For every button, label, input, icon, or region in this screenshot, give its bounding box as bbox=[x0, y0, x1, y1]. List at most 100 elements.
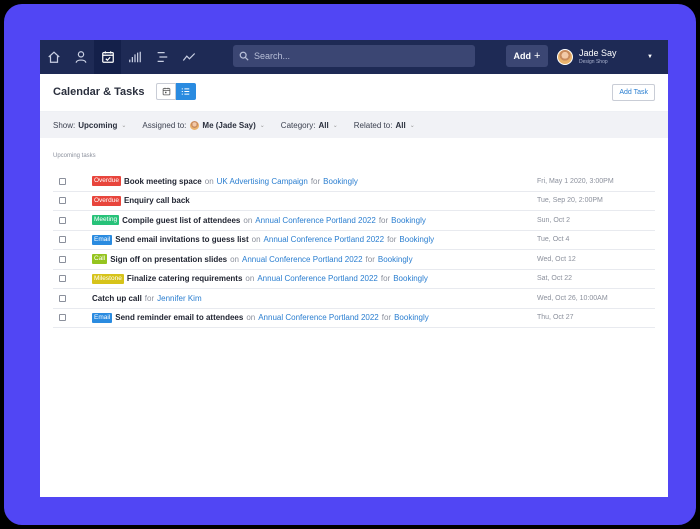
filter-assigned-label: Assigned to: bbox=[142, 120, 187, 130]
user-company: Design Shop bbox=[579, 59, 608, 65]
task-campaign-link[interactable]: Annual Conference Portland 2022 bbox=[258, 313, 379, 322]
view-toggle bbox=[156, 83, 196, 100]
task-date: Sun, Oct 2 bbox=[537, 216, 571, 224]
task-checkbox[interactable] bbox=[59, 197, 66, 205]
table-row[interactable]: Catch up call for Jennifer Kim Wed, Oct … bbox=[53, 289, 655, 309]
nav-pipeline[interactable] bbox=[148, 40, 175, 74]
task-badge: Overdue bbox=[92, 195, 121, 206]
task-client-link[interactable]: Bookingly bbox=[394, 313, 429, 322]
chevron-down-icon: ⌄ bbox=[332, 122, 338, 129]
task-checkbox[interactable] bbox=[59, 236, 66, 244]
search-input[interactable] bbox=[254, 51, 454, 61]
task-for: for bbox=[144, 293, 155, 303]
task-client-link[interactable]: Bookingly bbox=[393, 274, 428, 283]
nav-icons bbox=[40, 40, 202, 74]
avatar bbox=[190, 120, 200, 130]
task-title[interactable]: Sign off on presentation slides bbox=[110, 255, 227, 264]
task-date: Tue, Oct 4 bbox=[537, 236, 570, 244]
nav-home[interactable] bbox=[40, 40, 67, 74]
user-name: Jade Say bbox=[579, 48, 617, 58]
task-badge: Email bbox=[92, 312, 113, 323]
calendar-view-button[interactable] bbox=[156, 83, 176, 100]
filter-related-label: Related to: bbox=[353, 120, 393, 130]
task-checkbox[interactable] bbox=[59, 177, 66, 185]
task-title[interactable]: Send email invitations to guess list bbox=[115, 235, 248, 244]
task-campaign-link[interactable]: Annual Conference Portland 2022 bbox=[255, 216, 376, 225]
table-row[interactable]: Email Send reminder email to attendees o… bbox=[53, 309, 655, 328]
nav-reports[interactable] bbox=[121, 40, 148, 74]
task-checkbox[interactable] bbox=[59, 255, 66, 263]
task-list: Overdue Book meeting space on UK Adverti… bbox=[53, 172, 655, 328]
nav-calendar[interactable] bbox=[94, 40, 121, 74]
task-title[interactable]: Send reminder email to attendees bbox=[115, 313, 243, 322]
app-window: Add + Jade Say Design Shop ▼ Calendar & … bbox=[40, 40, 668, 497]
filter-show[interactable]: Show: Upcoming ⌄ bbox=[53, 121, 126, 130]
filter-category-value: All bbox=[318, 120, 329, 130]
filter-related[interactable]: Related to: All ⌄ bbox=[354, 121, 415, 130]
filter-category[interactable]: Category: All ⌄ bbox=[281, 121, 338, 130]
table-row[interactable]: Overdue Enquiry call back Tue, Sep 20, 2… bbox=[53, 192, 655, 211]
task-campaign-link[interactable]: Annual Conference Portland 2022 bbox=[257, 274, 378, 283]
task-badge: Milestone bbox=[92, 273, 124, 284]
task-on: on bbox=[204, 176, 214, 186]
chevron-down-icon: ⌄ bbox=[259, 122, 265, 129]
task-client-link[interactable]: Bookingly bbox=[391, 216, 426, 225]
table-row[interactable]: Milestone Finalize catering requirements… bbox=[53, 270, 655, 289]
filter-bar: Show: Upcoming ⌄ Assigned to: Me (Jade S… bbox=[40, 112, 668, 138]
list-view-button[interactable] bbox=[176, 83, 196, 100]
table-row[interactable]: Email Send email invitations to guess li… bbox=[53, 231, 655, 250]
task-checkbox[interactable] bbox=[59, 275, 66, 283]
nav-contacts[interactable] bbox=[67, 40, 94, 74]
task-checkbox[interactable] bbox=[59, 314, 66, 322]
task-title[interactable]: Book meeting space bbox=[124, 177, 202, 186]
task-client-link[interactable]: Bookingly bbox=[323, 177, 358, 186]
task-date: Fri, May 1 2020, 3:00PM bbox=[537, 177, 614, 185]
user-menu[interactable]: Jade Say Design Shop ▼ bbox=[557, 44, 663, 70]
add-button-label: Add bbox=[513, 51, 532, 61]
table-row[interactable]: Overdue Book meeting space on UK Adverti… bbox=[53, 172, 655, 192]
add-button[interactable]: Add + bbox=[506, 45, 548, 67]
task-client-link[interactable]: Jennifer Kim bbox=[157, 294, 201, 303]
top-nav: Add + Jade Say Design Shop ▼ bbox=[40, 40, 668, 74]
task-badge: Email bbox=[92, 234, 113, 245]
task-on: on bbox=[245, 274, 255, 284]
task-title[interactable]: Enquiry call back bbox=[124, 196, 190, 205]
home-icon bbox=[47, 51, 60, 63]
chevron-down-icon: ⌄ bbox=[121, 122, 127, 129]
task-title[interactable]: Compile guest list of attendees bbox=[122, 216, 240, 225]
chevron-down-icon: ⌄ bbox=[409, 122, 415, 129]
task-for: for bbox=[380, 274, 391, 284]
task-campaign-link[interactable]: UK Advertising Campaign bbox=[217, 177, 308, 186]
task-on: on bbox=[246, 313, 256, 323]
filter-related-value: All bbox=[395, 120, 406, 130]
task-client-link[interactable]: Bookingly bbox=[378, 255, 413, 264]
task-on: on bbox=[251, 235, 261, 245]
filter-show-value: Upcoming bbox=[78, 120, 118, 130]
task-date: Sat, Oct 22 bbox=[537, 275, 573, 283]
task-for: for bbox=[365, 254, 375, 264]
task-for: for bbox=[378, 215, 389, 225]
task-checkbox[interactable] bbox=[59, 294, 66, 302]
table-row[interactable]: Call Sign off on presentation slides on … bbox=[53, 250, 655, 270]
filter-assigned[interactable]: Assigned to: Me (Jade Say) ⌄ bbox=[142, 120, 265, 130]
caret-down-icon: ▼ bbox=[647, 54, 653, 60]
pipeline-icon bbox=[157, 52, 167, 62]
task-date: Wed, Oct 26, 10:00AM bbox=[537, 294, 608, 302]
task-campaign-link[interactable]: Annual Conference Portland 2022 bbox=[264, 235, 385, 244]
nav-analytics[interactable] bbox=[175, 40, 202, 74]
bar-chart-icon bbox=[128, 51, 141, 63]
task-title[interactable]: Finalize catering requirements bbox=[127, 274, 243, 283]
task-title[interactable]: Catch up call bbox=[92, 294, 142, 303]
task-campaign-link[interactable]: Annual Conference Portland 2022 bbox=[242, 255, 363, 264]
task-date: Tue, Sep 20, 2:00PM bbox=[537, 197, 603, 205]
task-badge: Call bbox=[92, 254, 108, 265]
search-box[interactable] bbox=[233, 45, 475, 67]
person-icon bbox=[75, 51, 86, 63]
add-task-button[interactable]: Add Task bbox=[612, 84, 655, 101]
task-badge: Overdue bbox=[92, 176, 121, 187]
table-row[interactable]: Meeting Compile guest list of attendees … bbox=[53, 211, 655, 231]
task-client-link[interactable]: Bookingly bbox=[399, 235, 434, 244]
task-for: for bbox=[310, 176, 321, 186]
task-checkbox[interactable] bbox=[59, 216, 66, 224]
trend-line-icon bbox=[182, 53, 195, 61]
